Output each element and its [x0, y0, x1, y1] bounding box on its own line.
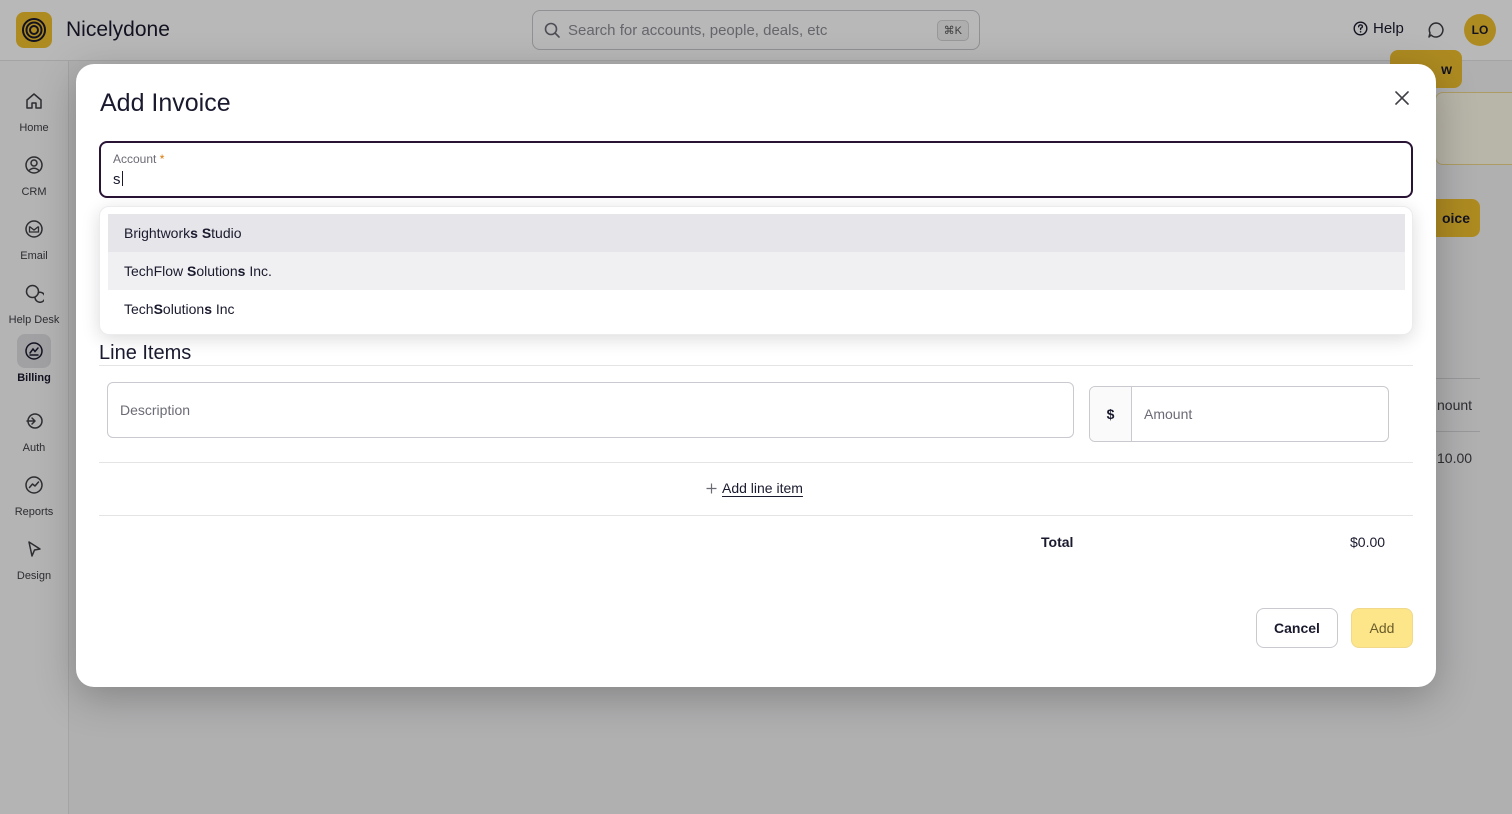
plus-icon	[706, 483, 717, 493]
account-label: Account *	[113, 152, 165, 166]
account-option[interactable]: TechFlow Solutions Inc.	[108, 252, 1405, 290]
required-marker: *	[159, 152, 165, 166]
add-invoice-dialog: Add Invoice Account * s Brightworks Stud…	[76, 64, 1436, 687]
close-button[interactable]	[1392, 88, 1412, 108]
line-items-heading: Line Items	[99, 342, 192, 364]
amount-input[interactable]	[1132, 387, 1388, 441]
total-label: Total	[1041, 534, 1074, 550]
account-option[interactable]: TechSolutions Inc	[108, 290, 1405, 328]
close-icon	[1395, 91, 1409, 105]
description-input[interactable]	[107, 382, 1074, 438]
total-value: $0.00	[1350, 534, 1386, 550]
divider	[99, 462, 1413, 463]
account-input-value[interactable]: s	[113, 171, 123, 188]
divider	[99, 515, 1413, 516]
account-combobox[interactable]: Account * s	[99, 141, 1413, 198]
add-button[interactable]: Add	[1351, 608, 1413, 648]
divider	[99, 365, 1413, 366]
add-line-item-label: Add line item	[722, 480, 803, 496]
currency-prefix: $	[1090, 387, 1132, 441]
account-option[interactable]: Brightworks Studio	[108, 214, 1405, 252]
amount-field: $	[1089, 386, 1389, 442]
account-suggestions-list: Brightworks Studio TechFlow Solutions In…	[99, 206, 1413, 335]
dialog-title: Add Invoice	[100, 89, 231, 117]
add-line-item-button[interactable]: Add line item	[706, 480, 803, 496]
text-caret	[121, 171, 123, 186]
cancel-button[interactable]: Cancel	[1256, 608, 1338, 648]
